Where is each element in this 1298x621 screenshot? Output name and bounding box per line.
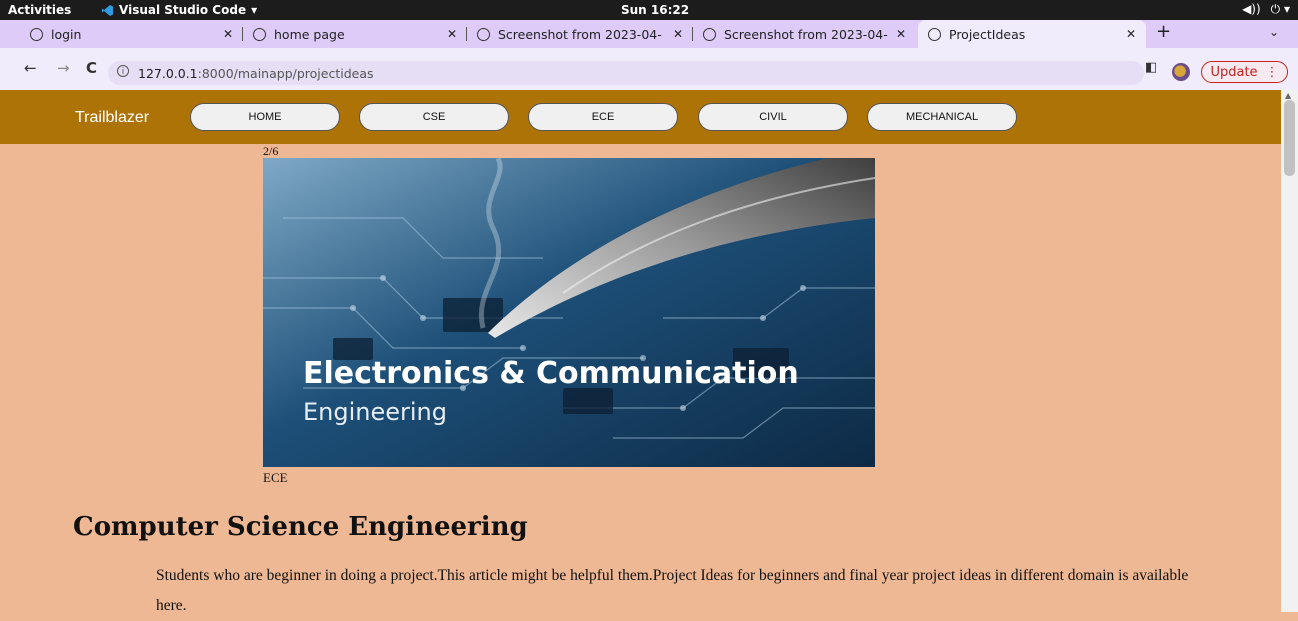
tab-label: Screenshot from 2023-04- bbox=[498, 26, 662, 42]
tab-label: ProjectIdeas bbox=[949, 26, 1026, 42]
url-text[interactable]: 127.0.0.1:8000/mainapp/projectideas bbox=[138, 66, 374, 81]
nav-mechanical-button[interactable]: MECHANICAL bbox=[867, 103, 1017, 131]
nav-civil-button[interactable]: CIVIL bbox=[698, 103, 848, 131]
profile-avatar[interactable] bbox=[1172, 63, 1190, 81]
info-icon[interactable]: i bbox=[117, 65, 129, 77]
clock[interactable]: Sun 16:22 bbox=[621, 3, 689, 17]
forward-button[interactable]: → bbox=[57, 59, 70, 77]
nav-cse-button[interactable]: CSE bbox=[359, 103, 509, 131]
slide-caption: ECE bbox=[263, 470, 288, 485]
chevron-down-icon: ▾ bbox=[251, 3, 258, 17]
slide-image: Electronics & Communication Engineering bbox=[263, 158, 875, 467]
tab-label: home page bbox=[274, 26, 345, 42]
globe-icon bbox=[477, 27, 490, 41]
tab-home-page[interactable]: home page ✕ bbox=[243, 20, 467, 48]
slide-image-subtitle: Engineering bbox=[303, 398, 447, 426]
tab-login[interactable]: login ✕ bbox=[20, 20, 243, 48]
circuit-board-image: Electronics & Communication Engineering bbox=[263, 158, 875, 467]
slide-image-title: Electronics & Communication bbox=[303, 356, 799, 391]
url-host: 127.0.0.1 bbox=[138, 66, 198, 81]
update-button[interactable]: Update ⋮ bbox=[1201, 61, 1288, 83]
tab-search-button[interactable]: ⌄ bbox=[1269, 25, 1279, 39]
activities-button[interactable]: Activities bbox=[8, 3, 71, 17]
scroll-up-arrow-icon[interactable]: ▲ bbox=[1285, 91, 1291, 100]
back-button[interactable]: ← bbox=[24, 59, 37, 77]
globe-icon bbox=[703, 27, 716, 41]
scrollbar-thumb[interactable] bbox=[1284, 100, 1295, 176]
power-icon: ⏻ ▾ bbox=[1270, 2, 1290, 16]
close-icon[interactable]: ✕ bbox=[896, 27, 906, 41]
nav-home-button[interactable]: HOME bbox=[190, 103, 340, 131]
globe-icon bbox=[30, 27, 43, 41]
kebab-menu-icon: ⋮ bbox=[1265, 64, 1279, 80]
app-menu[interactable]: Visual Studio Code ▾ bbox=[101, 3, 257, 17]
section-heading: Computer Science Engineering bbox=[73, 512, 528, 542]
close-icon[interactable]: ✕ bbox=[223, 27, 233, 41]
slide-counter: 2/6 bbox=[263, 144, 279, 158]
tab-screenshot-1[interactable]: Screenshot from 2023-04- ✕ bbox=[467, 20, 693, 48]
site-brand[interactable]: Trailblazer bbox=[75, 109, 149, 127]
url-path: :8000/mainapp/projectideas bbox=[197, 66, 374, 81]
app-name: Visual Studio Code bbox=[119, 3, 247, 17]
tab-screenshot-2[interactable]: Screenshot from 2023-04- ✕ bbox=[693, 20, 916, 48]
new-tab-button[interactable]: + bbox=[1156, 21, 1171, 42]
nav-ece-button[interactable]: ECE bbox=[528, 103, 678, 131]
update-label: Update bbox=[1210, 64, 1258, 80]
globe-icon bbox=[928, 27, 941, 41]
system-tray[interactable]: ◀)) ⏻ ▾ bbox=[1242, 2, 1290, 17]
tab-label: Screenshot from 2023-04- bbox=[724, 26, 888, 42]
close-icon[interactable]: ✕ bbox=[1126, 27, 1136, 41]
side-panel-icon[interactable]: ◧ bbox=[1145, 60, 1157, 75]
reload-button[interactable]: C bbox=[86, 59, 97, 77]
tab-strip: login ✕ home page ✕ Screenshot from 2023… bbox=[0, 20, 1298, 48]
close-icon[interactable]: ✕ bbox=[447, 27, 457, 41]
volume-icon: ◀)) bbox=[1242, 2, 1261, 16]
tab-label: login bbox=[51, 26, 82, 42]
globe-icon bbox=[253, 27, 266, 41]
close-icon[interactable]: ✕ bbox=[673, 27, 683, 41]
system-top-bar: Activities Visual Studio Code ▾ Sun 16:2… bbox=[0, 0, 1298, 20]
tab-projectideas[interactable]: ProjectIdeas ✕ bbox=[918, 20, 1146, 48]
section-body: Students who are beginner in doing a pro… bbox=[156, 567, 1189, 614]
vscode-icon bbox=[102, 4, 113, 16]
